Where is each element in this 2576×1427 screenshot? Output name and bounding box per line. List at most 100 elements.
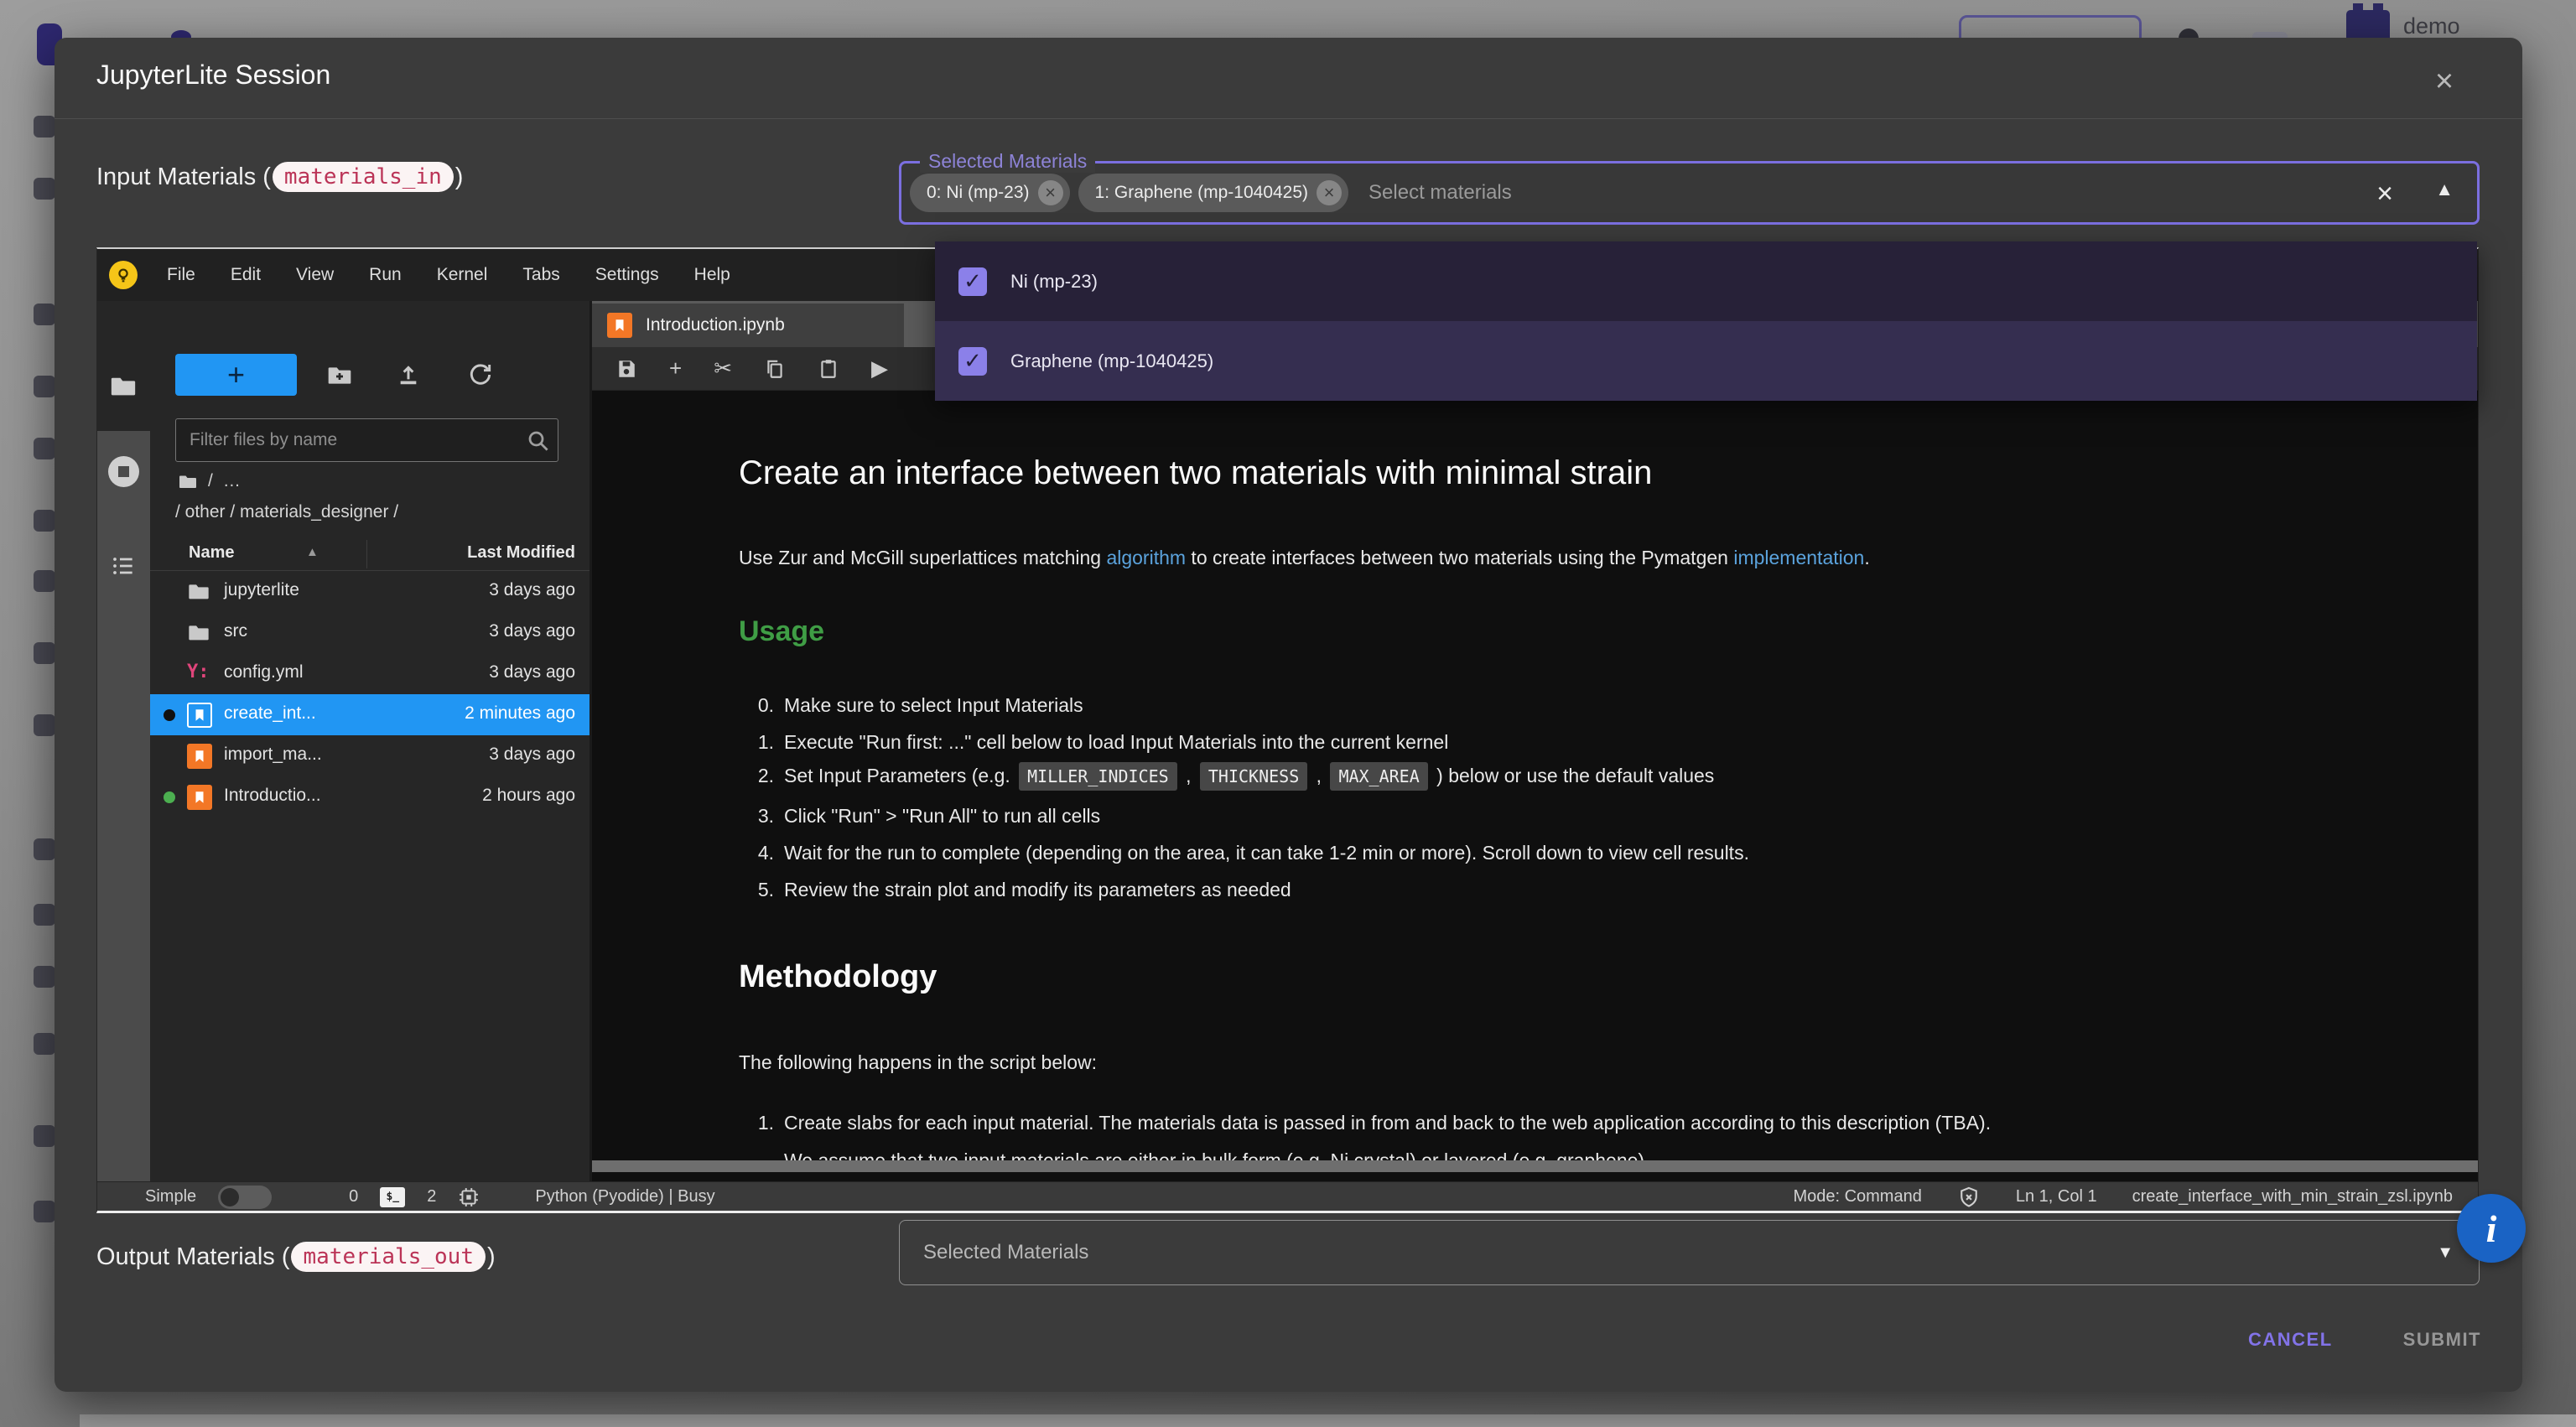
status-bar-left: Simple 0 $_ 2 Python (Pyodide) | Busy: [145, 1182, 715, 1212]
usage-item-3: 3. Click "Run" > "Run All" to run all ce…: [739, 805, 1100, 828]
background-sidebar-icon: [34, 1125, 55, 1147]
chevron-down-icon: ▼: [2437, 1243, 2454, 1263]
kernel-chip-icon: [458, 1186, 480, 1208]
file-row-introduction[interactable]: Introductio... 2 hours ago: [150, 776, 592, 817]
select-materials-placeholder: Select materials: [1368, 181, 1512, 205]
cancel-button[interactable]: CANCEL: [2248, 1329, 2333, 1351]
breadcrumb-path[interactable]: / other / materials_designer /: [175, 502, 398, 522]
list-number: 5.: [739, 879, 774, 901]
material-chip[interactable]: 1: Graphene (mp-1040425) ×: [1078, 174, 1349, 212]
input-materials-prefix: Input Materials (: [96, 163, 271, 191]
cursor-position[interactable]: Ln 1, Col 1: [2016, 1187, 2097, 1206]
inline-code-miller-indices: MILLER_INDICES: [1019, 762, 1177, 791]
info-fab-button[interactable]: i: [2457, 1194, 2526, 1263]
list-text: Wait for the run to complete (depending …: [784, 842, 1749, 864]
sort-ascending-icon[interactable]: ▲: [306, 545, 319, 559]
breadcrumb-root[interactable]: /: [208, 471, 213, 491]
menu-help[interactable]: Help: [677, 265, 748, 285]
list-number: 1.: [739, 1112, 774, 1134]
file-browser-tab-folder-icon[interactable]: [109, 371, 138, 400]
notebook-scrollbar-track[interactable]: [592, 1160, 2478, 1172]
search-icon: [526, 428, 551, 454]
collapse-dropdown-icon[interactable]: ▲: [2435, 179, 2454, 200]
file-row-import-material[interactable]: import_ma... 3 days ago: [150, 735, 592, 776]
status-bar: Simple 0 $_ 2 Python (Pyodide) | Busy Mo…: [97, 1181, 2478, 1211]
menu-edit[interactable]: Edit: [213, 265, 278, 285]
run-cell-icon[interactable]: ▶: [871, 355, 888, 381]
breadcrumb-ellipsis[interactable]: …: [223, 471, 241, 491]
file-row-config-yml[interactable]: Y: config.yml 3 days ago: [150, 653, 592, 694]
checkbox-checked-icon[interactable]: ✓: [958, 267, 987, 296]
copy-cell-icon[interactable]: [764, 358, 786, 380]
list-text: Review the strain plot and modify its pa…: [784, 879, 1291, 901]
submit-button[interactable]: SUBMIT: [2403, 1329, 2481, 1351]
background-sidebar-icon: [34, 116, 55, 138]
terminal-icon: $_: [380, 1187, 405, 1207]
material-option-ni[interactable]: ✓ Ni (mp-23): [935, 241, 2477, 321]
add-cell-icon[interactable]: +: [669, 355, 682, 381]
kernel-status[interactable]: Python (Pyodide) | Busy: [535, 1187, 714, 1206]
sidebar-tab-active-bg: [97, 301, 150, 431]
list-number: 3.: [739, 805, 774, 828]
list-text: Make sure to select Input Materials: [784, 694, 1083, 717]
algorithm-link[interactable]: algorithm: [1106, 547, 1186, 568]
running-kernels-tab-icon[interactable]: [108, 456, 139, 487]
menu-tabs[interactable]: Tabs: [505, 265, 577, 285]
jupyterlite-logo-icon: [109, 261, 138, 289]
folder-icon[interactable]: [178, 471, 198, 491]
new-folder-icon[interactable]: [326, 361, 353, 388]
list-number: 0.: [739, 694, 774, 717]
new-launcher-button[interactable]: +: [175, 354, 297, 396]
file-modified: 2 hours ago: [482, 786, 575, 806]
chip-remove-icon[interactable]: ×: [1317, 180, 1342, 205]
breadcrumb: / …: [178, 471, 241, 491]
file-modified: 2 minutes ago: [465, 703, 575, 724]
menu-file[interactable]: File: [149, 265, 213, 285]
paste-cell-icon[interactable]: [818, 358, 839, 380]
usage-item-2: 2. Set Input Parameters (e.g. MILLER_IND…: [739, 765, 1714, 787]
tab-introduction-ipynb[interactable]: Introduction.ipynb: [592, 304, 904, 347]
output-materials-suffix: ): [487, 1243, 496, 1271]
menu-kernel[interactable]: Kernel: [419, 265, 506, 285]
file-name: config.yml: [224, 662, 304, 682]
chip-remove-icon[interactable]: ×: [1038, 180, 1063, 205]
file-modified: 3 days ago: [489, 580, 575, 600]
table-of-contents-tab-icon[interactable]: [110, 553, 137, 579]
refresh-icon[interactable]: [467, 361, 494, 388]
file-row-jupyterlite[interactable]: jupyterlite 3 days ago: [150, 571, 592, 612]
close-icon[interactable]: ×: [2423, 60, 2466, 103]
save-icon[interactable]: [615, 358, 637, 380]
notebook-title-heading: Create an interface between two material…: [739, 454, 1652, 492]
dialog-actions: CANCEL SUBMIT: [2248, 1329, 2481, 1351]
materials-out-code-chip: materials_out: [291, 1242, 486, 1272]
simple-mode-toggle[interactable]: [218, 1186, 272, 1209]
material-chip[interactable]: 0: Ni (mp-23) ×: [910, 174, 1070, 212]
column-header-last-modified[interactable]: Last Modified: [467, 543, 575, 563]
menu-settings[interactable]: Settings: [578, 265, 677, 285]
file-row-src[interactable]: src 3 days ago: [150, 612, 592, 653]
checkbox-checked-icon[interactable]: ✓: [958, 347, 987, 376]
file-modified: 3 days ago: [489, 621, 575, 641]
file-modified: 3 days ago: [489, 745, 575, 765]
menu-view[interactable]: View: [278, 265, 351, 285]
input-materials-label: Input Materials ( materials_in ): [96, 162, 463, 192]
implementation-link[interactable]: implementation: [1733, 547, 1864, 568]
file-row-create-interface-selected[interactable]: create_int... 2 minutes ago: [150, 694, 592, 735]
background-sidebar-icon: [34, 376, 55, 397]
cut-cell-icon[interactable]: ✂: [714, 355, 732, 381]
sidebar-tab-strip: [97, 301, 150, 1181]
material-option-label: Graphene (mp-1040425): [1010, 350, 1213, 372]
file-modified: 3 days ago: [489, 662, 575, 682]
upload-icon[interactable]: [395, 361, 422, 388]
clear-selection-icon[interactable]: ×: [2366, 175, 2403, 212]
user-name: demo: [2403, 13, 2460, 39]
column-header-name[interactable]: Name: [189, 543, 234, 563]
inline-code-thickness: THICKNESS: [1200, 762, 1307, 791]
menu-run[interactable]: Run: [351, 265, 419, 285]
folder-icon: [187, 620, 210, 644]
filter-files-input[interactable]: [175, 418, 558, 462]
output-materials-select[interactable]: Selected Materials ▼: [899, 1220, 2480, 1285]
background-sidebar-icon: [34, 304, 55, 325]
material-option-graphene[interactable]: ✓ Graphene (mp-1040425): [935, 321, 2477, 401]
selected-materials-multiselect[interactable]: Selected Materials 0: Ni (mp-23) × 1: Gr…: [899, 161, 2480, 225]
